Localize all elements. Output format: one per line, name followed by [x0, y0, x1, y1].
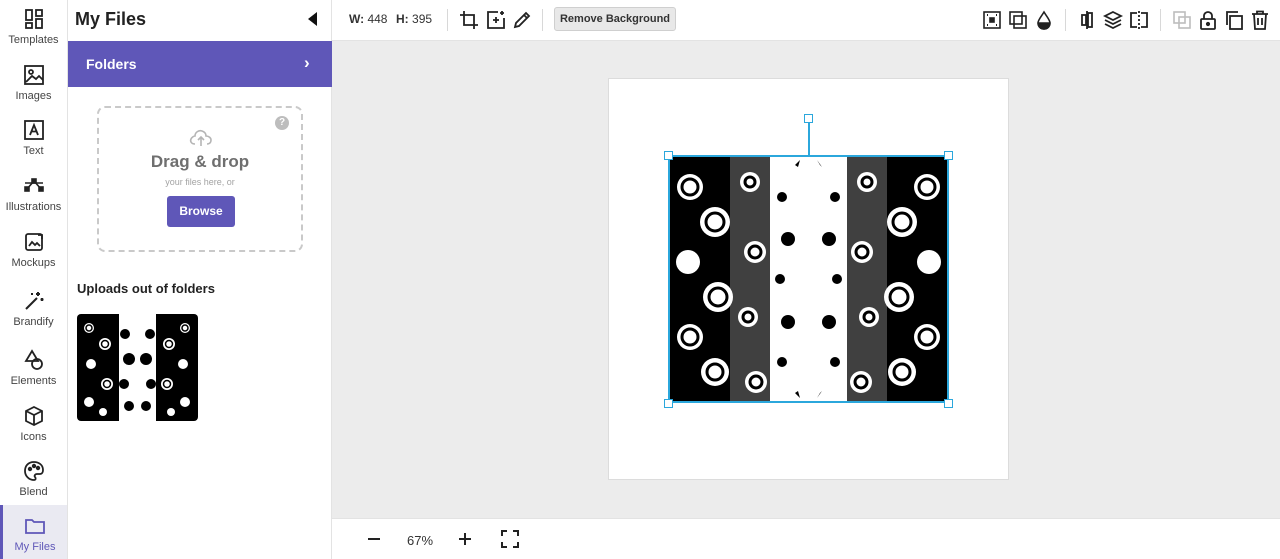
width-value: 448	[367, 12, 388, 26]
toolbar-divider	[1160, 9, 1161, 31]
toolbar-divider	[447, 9, 448, 31]
rail-label: Blend	[19, 486, 48, 498]
rotate-handle[interactable]	[804, 114, 813, 123]
rail-item-illustrations[interactable]: Illustrations	[0, 175, 67, 213]
add-image-icon[interactable]	[485, 9, 507, 31]
uploads-title: Uploads out of folders	[77, 281, 215, 296]
remove-background-button[interactable]: Remove Background	[554, 7, 676, 31]
rail-label: Icons	[20, 431, 47, 443]
zoom-in-icon[interactable]	[455, 529, 475, 549]
rail-label: My Files	[14, 541, 56, 553]
rail-item-mockups[interactable]: Mockups	[0, 231, 67, 269]
upload-dropzone[interactable]: ? Drag & drop your files here, or Browse	[97, 106, 303, 252]
width-readout: W: 448	[349, 12, 388, 26]
illustrations-icon	[23, 178, 44, 192]
resize-handle-top-right[interactable]	[944, 151, 953, 160]
ornamental-pattern-image	[670, 157, 947, 401]
bottom-zoom-bar: 67%	[332, 518, 1280, 559]
top-toolbar: W: 448 H: 395 Remove Background	[332, 0, 1280, 41]
height-value: 395	[412, 12, 433, 26]
rail-label: Templates	[8, 34, 59, 46]
browse-button[interactable]: Browse	[167, 196, 235, 227]
flip-icon[interactable]	[1128, 9, 1150, 31]
position-icon[interactable]	[981, 9, 1003, 31]
resize-handle-bottom-left[interactable]	[664, 399, 673, 408]
folders-button[interactable]: Folders ›	[68, 41, 332, 87]
dropzone-title: Drag & drop	[150, 152, 250, 171]
rail-label: Mockups	[11, 257, 56, 269]
align-icon[interactable]	[1076, 9, 1098, 31]
rail-label: Text	[23, 145, 44, 157]
rail-item-blend[interactable]: Blend	[0, 460, 67, 498]
height-readout: H: 395	[396, 12, 433, 26]
rail-item-images[interactable]: Images	[0, 64, 67, 102]
rail-item-brandify[interactable]: Brandify	[0, 290, 67, 328]
rail-item-templates[interactable]: Templates	[0, 8, 67, 46]
rotation-handle-line	[808, 123, 810, 155]
rail-label: Images	[15, 90, 52, 102]
collapse-panel-icon[interactable]	[308, 12, 317, 26]
left-rail: Templates Images Text Illustrations Mock…	[0, 0, 68, 559]
rail-item-elements[interactable]: Elements	[0, 349, 67, 387]
cloud-upload-icon	[189, 129, 212, 146]
lock-icon[interactable]	[1197, 9, 1219, 31]
pencil-icon[interactable]	[511, 9, 533, 31]
image-icon	[23, 65, 44, 85]
rail-label: Illustrations	[5, 201, 62, 213]
duplicate-icon[interactable]	[1223, 9, 1245, 31]
resize-handle-bottom-right[interactable]	[944, 399, 953, 408]
chevron-right-icon: ›	[304, 53, 310, 72]
mockups-icon	[24, 233, 43, 251]
folders-label: Folders	[86, 56, 137, 72]
rail-item-my-files[interactable]: My Files	[0, 505, 67, 559]
text-icon	[23, 120, 44, 140]
toolbar-divider	[1065, 9, 1066, 31]
magic-wand-icon	[24, 292, 43, 310]
palette-icon	[23, 461, 44, 481]
rail-item-text[interactable]: Text	[0, 119, 67, 157]
cube-icon	[24, 405, 43, 427]
zoom-level: 67%	[407, 533, 434, 548]
layers-icon[interactable]	[1102, 9, 1124, 31]
help-icon[interactable]: ?	[275, 116, 289, 130]
panel-title: My Files	[75, 9, 147, 29]
uploaded-image-thumbnail[interactable]	[77, 314, 198, 421]
toolbar-divider	[542, 9, 543, 31]
dropzone-subtitle: your files here, or	[165, 177, 235, 187]
opacity-drop-icon[interactable]	[1033, 9, 1055, 31]
selected-image[interactable]	[668, 155, 949, 403]
crop-icon[interactable]	[458, 9, 480, 31]
canvas-area[interactable]	[332, 41, 1280, 518]
group-icon[interactable]	[1171, 9, 1193, 31]
shapes-icon	[23, 349, 43, 370]
resize-handle-top-left[interactable]	[664, 151, 673, 160]
templates-icon	[24, 9, 43, 29]
transparency-icon[interactable]	[1007, 9, 1029, 31]
my-files-panel: My Files Folders › ? Drag & drop your fi…	[68, 0, 332, 559]
folder-icon	[25, 519, 45, 534]
trash-icon[interactable]	[1249, 9, 1271, 31]
rail-item-icons[interactable]: Icons	[0, 405, 67, 443]
rail-label: Brandify	[13, 316, 54, 328]
rail-label: Elements	[10, 375, 57, 387]
fullscreen-icon[interactable]	[500, 529, 520, 549]
zoom-out-icon[interactable]	[364, 529, 384, 549]
